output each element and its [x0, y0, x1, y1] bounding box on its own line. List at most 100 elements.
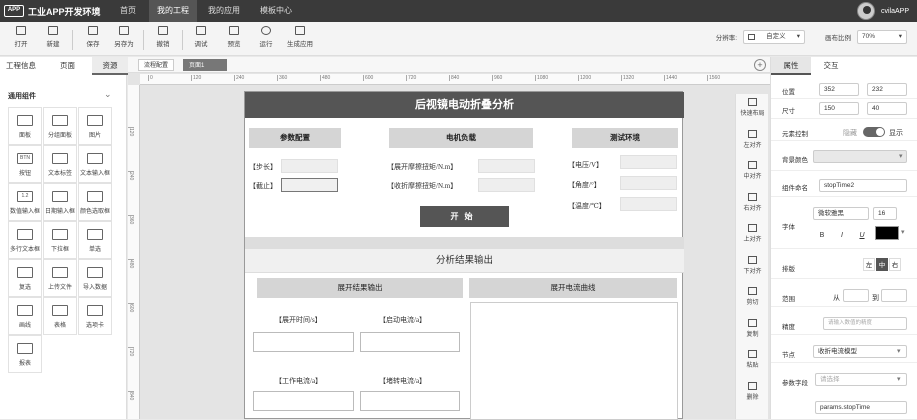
size-w-input[interactable]: 150: [819, 102, 859, 115]
horizontal-ruler: 0 120 240 360 480 600 720 840 960 1080 1200 1320 144…: [140, 74, 770, 85]
stall-current-output[interactable]: [360, 391, 460, 411]
size-h-input[interactable]: 40: [867, 102, 907, 115]
avatar[interactable]: [856, 2, 875, 20]
undo-button[interactable]: 撤销: [150, 26, 176, 48]
align-right-button[interactable]: 右对齐: [736, 192, 769, 212]
zoom-select[interactable]: 70% ▾: [857, 30, 907, 44]
visibility-toggle[interactable]: [863, 127, 885, 137]
nav-tab-templates[interactable]: 模板中心: [252, 0, 300, 22]
tab-interaction[interactable]: 交互: [811, 57, 851, 75]
voltage-input[interactable]: [620, 155, 677, 169]
new-button[interactable]: 新建: [40, 26, 66, 48]
tab-flow-config[interactable]: 流程配置: [138, 59, 175, 71]
paste-button[interactable]: 粘贴: [736, 350, 769, 369]
position-x-input[interactable]: 352: [819, 83, 859, 96]
resolution-select[interactable]: 自定义 ▾: [743, 30, 805, 44]
open-button[interactable]: 打开: [8, 26, 34, 48]
save-as-button[interactable]: 另存为: [111, 26, 137, 48]
preview-button[interactable]: 预览: [221, 26, 247, 48]
font-color-picker[interactable]: [875, 226, 899, 240]
tab-project-info[interactable]: 工程信息: [6, 57, 36, 75]
work-current-output[interactable]: [253, 391, 354, 411]
component-panel[interactable]: 面板: [8, 107, 42, 145]
underline-button[interactable]: U: [855, 229, 869, 242]
nav-tab-my-apps[interactable]: 我的应用: [200, 0, 248, 22]
component-textarea[interactable]: 多行文本框: [8, 221, 42, 259]
component-report[interactable]: 报表: [8, 335, 42, 373]
precision-input[interactable]: 请输入数值的精度: [823, 317, 907, 330]
component-radio[interactable]: 单选: [78, 221, 112, 259]
node-select[interactable]: 收折电流模型: [813, 345, 907, 358]
start-button[interactable]: 开始: [420, 206, 509, 227]
font-size-input[interactable]: 16: [873, 207, 897, 220]
tab-page1[interactable]: 页面1: [183, 59, 227, 71]
italic-button[interactable]: I: [835, 229, 849, 242]
copy-button[interactable]: 复制: [736, 318, 769, 338]
cutoff-input[interactable]: [281, 178, 338, 192]
chevron-down-icon[interactable]: ⌄: [104, 89, 112, 100]
component-checkbox[interactable]: 复选: [8, 259, 42, 297]
add-page-icon[interactable]: +: [754, 59, 766, 71]
range-from-input[interactable]: [843, 289, 869, 302]
icon-label: 快速布局: [740, 111, 765, 117]
tab-resources[interactable]: 资源: [92, 57, 128, 75]
delete-icon: [748, 381, 757, 390]
user-menu[interactable]: cvilaAPP: [856, 2, 909, 20]
param-field-value[interactable]: params.stopTime: [815, 401, 907, 414]
component-group-panel[interactable]: 分组面板: [43, 107, 77, 145]
align-left-button[interactable]: 左: [863, 258, 875, 271]
start-current-output[interactable]: [360, 332, 460, 352]
background-row: 背景颜色 ▾: [771, 145, 917, 171]
textarea-icon: [17, 229, 33, 240]
range-to-input[interactable]: [881, 289, 907, 302]
generate-app-button[interactable]: 生成应用: [282, 26, 318, 48]
component-text-input[interactable]: 文本输入框: [78, 145, 112, 183]
section-param-config: 参数配置: [249, 128, 341, 148]
component-date-input[interactable]: 日期输入框: [43, 183, 77, 221]
app-logo[interactable]: APP 工业APP开发环境: [4, 3, 101, 19]
align-center-button[interactable]: 中: [876, 258, 888, 271]
align-center-button[interactable]: 中对齐: [736, 161, 769, 180]
background-color-select[interactable]: [813, 150, 907, 163]
hide-label: 隐藏: [843, 130, 857, 137]
align-bottom-button[interactable]: 下对齐: [736, 255, 769, 275]
angle-input[interactable]: [620, 176, 677, 190]
bold-button[interactable]: B: [815, 229, 829, 242]
ruler-tick: 1200: [578, 75, 592, 81]
tab-properties[interactable]: 属性: [771, 57, 811, 75]
cut-button[interactable]: 剪切: [736, 287, 769, 306]
fold-torque-input[interactable]: [478, 178, 535, 192]
tab-pages[interactable]: 页面: [60, 57, 75, 75]
component-image[interactable]: 图片: [78, 107, 112, 145]
component-import[interactable]: 导入数据: [78, 259, 112, 297]
component-number-input[interactable]: 1.2 数值输入框: [8, 183, 42, 221]
param-field-select[interactable]: 请选择: [815, 373, 907, 386]
run-button[interactable]: 运行: [253, 26, 279, 48]
component-table[interactable]: 表格: [43, 297, 77, 335]
unfold-torque-input[interactable]: [478, 159, 535, 173]
component-line[interactable]: 画线: [8, 297, 42, 335]
component-name-input[interactable]: stopTime2: [819, 179, 907, 192]
quick-layout-button[interactable]: 快速布局: [736, 98, 769, 117]
debug-button[interactable]: 调试: [188, 26, 214, 48]
font-family-select[interactable]: 微软雅黑: [813, 207, 869, 220]
unfold-time-output[interactable]: [253, 332, 354, 352]
component-button[interactable]: BTN 按钮: [8, 145, 42, 183]
design-page[interactable]: 后视镜电动折叠分析 参数配置 电机负载 测试环境 【步长】 【截止】 【展开摩擦…: [244, 91, 684, 420]
current-curve-chart[interactable]: [470, 302, 678, 420]
align-right-button[interactable]: 右: [889, 258, 901, 271]
position-y-input[interactable]: 232: [867, 83, 907, 96]
component-dropdown[interactable]: 下拉框: [43, 221, 77, 259]
save-button[interactable]: 保存: [80, 26, 106, 48]
component-color-picker[interactable]: 颜色选取框: [78, 183, 112, 221]
delete-button[interactable]: 删除: [736, 381, 769, 401]
component-text-label[interactable]: 文本标签: [43, 145, 77, 183]
step-input[interactable]: [281, 159, 338, 173]
nav-tab-my-projects[interactable]: 我的工程: [149, 0, 197, 22]
align-left-button[interactable]: 左对齐: [736, 129, 769, 149]
component-tabs[interactable]: 选项卡: [78, 297, 112, 335]
align-top-button[interactable]: 上对齐: [736, 224, 769, 243]
temperature-input[interactable]: [620, 197, 677, 211]
component-upload[interactable]: 上传文件: [43, 259, 77, 297]
nav-tab-home[interactable]: 首页: [112, 0, 144, 22]
